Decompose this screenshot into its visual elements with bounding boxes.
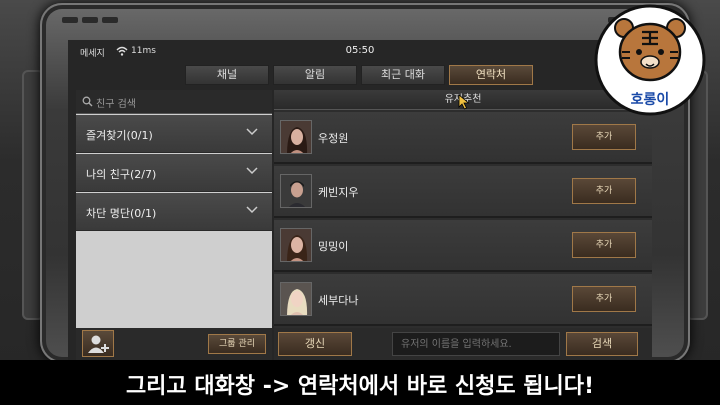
category-favorites[interactable]: 즐겨찾기(0/1) [76,115,272,153]
add-friend-button[interactable] [82,330,114,357]
avatar [280,282,312,316]
list-item: 우정원 추가 [274,112,652,164]
friends-panel: 친구 검색 즐겨찾기(0/1) 나의 친구(2/7) 차단 명단(0/1) 그룹… [76,90,272,360]
cursor-icon [458,94,470,110]
tiger-logo: 호롱이 [594,4,706,116]
username-search-input[interactable] [392,332,560,356]
user-name: 세부다나 [318,294,359,307]
avatar [280,228,312,262]
add-button[interactable]: 추가 [572,124,636,150]
avatar [280,120,312,154]
tab-notifications[interactable]: 알림 [273,65,357,85]
category-my-friends[interactable]: 나의 친구(2/7) [76,154,272,192]
refresh-button[interactable]: 갱신 [278,332,352,356]
add-button[interactable]: 추가 [572,286,636,312]
search-button[interactable]: 검색 [566,332,638,356]
tab-recent-chats[interactable]: 최근 대화 [361,65,445,85]
logo-text: 호롱이 [631,91,670,108]
game-screen: 메세지 11ms 05:50 채널 알림 최근 대화 연락처 친구 검색 즐겨찾… [0,0,720,405]
messenger-screen: 메세지 11ms 05:50 채널 알림 최근 대화 연락처 친구 검색 즐겨찾… [68,40,652,360]
list-item: 케빈지우 추가 [274,166,652,218]
add-button[interactable]: 추가 [572,178,636,204]
category-label: 차단 명단(0/1) [86,207,157,220]
category-label: 즐겨찾기(0/1) [86,129,153,142]
group-manage-button[interactable]: 그룹 관리 [208,334,266,354]
frame-notch [102,17,118,23]
tab-contacts[interactable]: 연락처 [449,65,533,85]
list-item: 밍밍이 추가 [274,220,652,272]
chevron-down-icon [246,128,258,136]
friend-search-placeholder: 친구 검색 [96,99,136,110]
recommendations-toolbar: 갱신 검색 [274,328,652,360]
chevron-down-icon [246,167,258,175]
tab-channel[interactable]: 채널 [185,65,269,85]
list-item: 세부다나 추가 [274,274,652,326]
friends-toolbar: 그룹 관리 [76,328,272,360]
user-name: 우정원 [318,132,349,145]
status-bar: 메세지 11ms 05:50 [68,40,652,64]
chevron-down-icon [246,206,258,214]
frame-notch [62,17,78,23]
avatar [280,174,312,208]
user-name: 밍밍이 [318,240,349,253]
recommendations-panel: 유저추천 우정원 추가 케빈지우 추가 밍밍이 추가 [274,90,652,360]
category-label: 나의 친구(2/7) [86,168,157,181]
friend-search-field[interactable]: 친구 검색 [76,90,272,114]
search-icon [82,96,93,107]
user-name: 케빈지우 [318,186,359,199]
frame-notch [82,17,98,23]
tab-bar: 채널 알림 최근 대화 연락처 [185,65,533,85]
caption-bar: 그리고 대화창 -> 연락처에서 바로 신청도 됩니다! [0,360,720,405]
add-friend-icon [88,335,109,353]
category-blocked[interactable]: 차단 명단(0/1) [76,193,272,231]
add-button[interactable]: 추가 [572,232,636,258]
status-time: 05:50 [345,45,375,56]
caption-text: 그리고 대화창 -> 연락처에서 바로 신청도 됩니다! [125,374,595,399]
